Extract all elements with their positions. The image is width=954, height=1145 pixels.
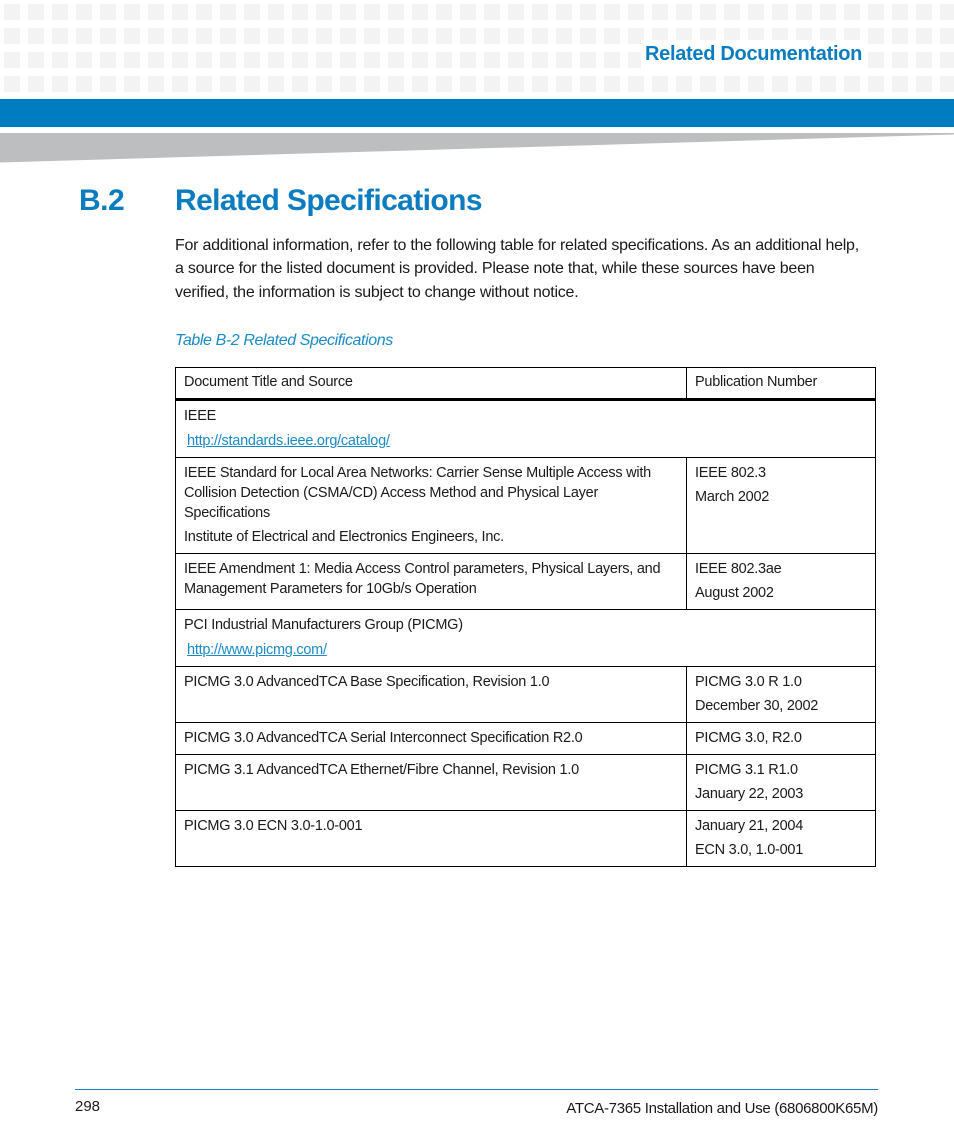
publication-number: PICMG 3.0 R 1.0: [695, 674, 802, 690]
publication-number: PICMG 3.1 R1.0: [695, 762, 798, 778]
table-row: IEEE Standard for Local Area Networks: C…: [175, 457, 876, 554]
document-source: Institute of Electrical and Electronics …: [184, 529, 504, 545]
footer-document-title: ATCA-7365 Installation and Use (6806800K…: [566, 1100, 878, 1117]
page-number: 298: [75, 1098, 101, 1115]
group-row-ieee: IEEE http://standards.ieee.org/catalog/: [175, 399, 876, 458]
ieee-catalog-link[interactable]: http://standards.ieee.org/catalog/: [184, 431, 867, 451]
intro-paragraph: For additional information, refer to the…: [175, 237, 859, 301]
table-header-row: Document Title and Source Publication Nu…: [175, 367, 876, 401]
section-title: Related Specifications: [175, 184, 483, 217]
column-header-publication: Publication Number: [686, 367, 876, 401]
table-row: PICMG 3.0 AdvancedTCA Base Specification…: [175, 666, 876, 723]
document-title: PICMG 3.1 AdvancedTCA Ethernet/Fibre Cha…: [184, 762, 579, 778]
publication-number: PICMG 3.0, R2.0: [695, 730, 802, 746]
group-row-picmg: PCI Industrial Manufacturers Group (PICM…: [175, 609, 876, 667]
document-title: PICMG 3.0 ECN 3.0-1.0-001: [184, 818, 363, 834]
publication-date: January 22, 2003: [695, 786, 804, 802]
document-title: IEEE Amendment 1: Media Access Control p…: [184, 561, 661, 597]
section-number: B.2: [79, 184, 125, 217]
table-caption: Table B-2 Related Specifications: [175, 332, 393, 349]
gray-wedge-shape: [0, 133, 954, 163]
table-row: IEEE Amendment 1: Media Access Control p…: [175, 553, 876, 610]
publication-date: December 30, 2002: [695, 698, 819, 714]
table-row: PICMG 3.0 AdvancedTCA Serial Interconnec…: [175, 722, 876, 755]
table-row: PICMG 3.0 ECN 3.0-1.0-001 January 21, 20…: [175, 810, 876, 867]
publication-date: March 2002: [695, 489, 770, 505]
column-header-title: Document Title and Source: [175, 367, 687, 401]
publication-date: January 21, 2004: [695, 818, 804, 834]
publication-number: IEEE 802.3: [695, 465, 766, 481]
publication-number: ECN 3.0, 1.0-001: [695, 842, 804, 858]
document-title: PICMG 3.0 AdvancedTCA Base Specification…: [184, 674, 550, 690]
header-gray-wedge: [0, 133, 954, 163]
header-blue-bar: [0, 99, 954, 127]
document-title: PICMG 3.0 AdvancedTCA Serial Interconnec…: [184, 730, 583, 746]
document-title: IEEE Standard for Local Area Networks: C…: [184, 465, 651, 521]
publication-number: IEEE 802.3ae: [695, 561, 782, 577]
picmg-link[interactable]: http://www.picmg.com/: [184, 640, 867, 660]
running-header-title: Related Documentation: [641, 40, 869, 68]
group-name: PCI Industrial Manufacturers Group (PICM…: [184, 617, 463, 633]
publication-date: August 2002: [695, 585, 774, 601]
footer-divider: [75, 1089, 878, 1090]
related-specifications-table: Document Title and Source Publication Nu…: [175, 367, 876, 867]
table-row: PICMG 3.1 AdvancedTCA Ethernet/Fibre Cha…: [175, 754, 876, 811]
group-name: IEEE: [184, 408, 217, 424]
